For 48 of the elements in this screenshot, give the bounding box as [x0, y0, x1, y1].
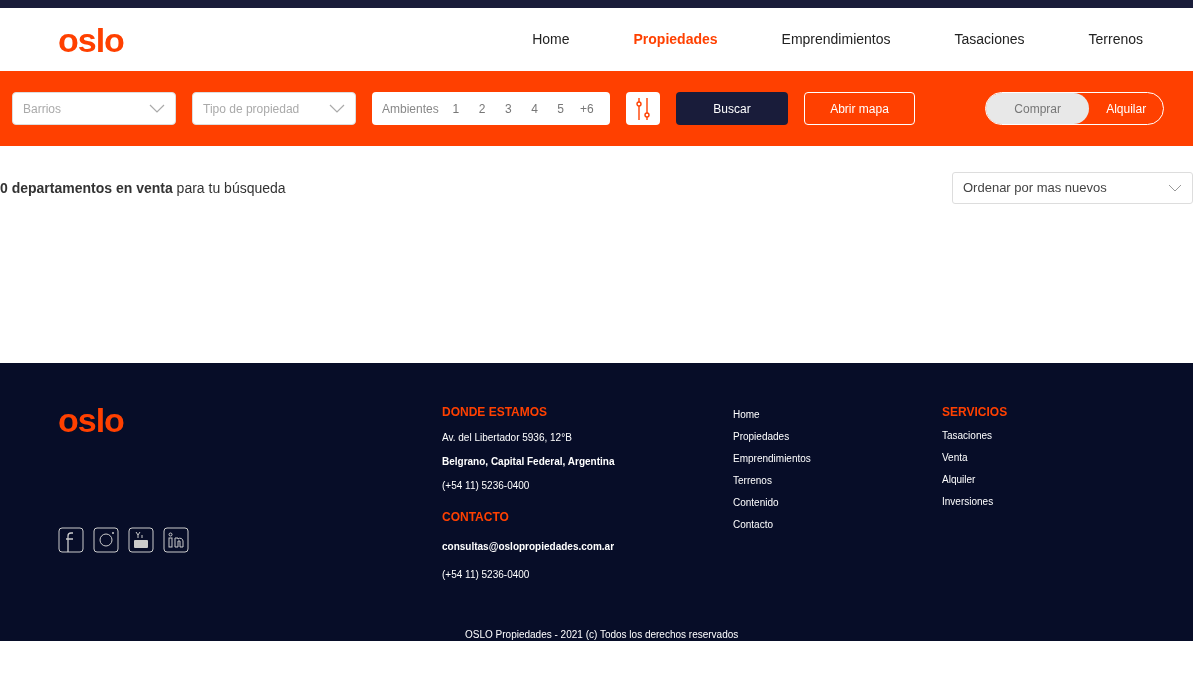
nav-link[interactable]: Tasaciones — [954, 29, 1025, 50]
section-heading: CONTACTO — [442, 509, 510, 526]
facebook-icon[interactable] — [58, 527, 84, 553]
footer-text: Belgrano, Capital Federal, Argentina — [442, 455, 616, 469]
footer-link[interactable]: Tasaciones — [942, 428, 1008, 443]
room-option[interactable]: 5 — [547, 99, 574, 118]
open-map-button[interactable]: Abrir mapa — [804, 92, 915, 125]
footer-link[interactable]: Propiedades — [733, 429, 942, 444]
rooms-label: Ambientes — [382, 100, 439, 118]
room-option[interactable]: +6 — [573, 99, 600, 118]
room-option[interactable]: 2 — [468, 99, 496, 118]
footer-logo[interactable]: oslo — [58, 403, 442, 437]
footer-link[interactable]: Contenido — [733, 495, 942, 510]
nav-link[interactable]: Propiedades — [633, 29, 718, 50]
operation-toggle-option[interactable]: Comprar — [986, 93, 1090, 124]
sort-dropdown[interactable]: Ordenar por mas nuevos — [952, 172, 1193, 204]
footer-link[interactable]: Venta — [942, 450, 1008, 465]
footer-link[interactable]: Alquiler — [942, 472, 1008, 487]
footer-link[interactable]: Terrenos — [733, 473, 942, 488]
footer-link[interactable]: Contacto — [733, 517, 942, 532]
room-option[interactable]: 1 — [442, 99, 469, 118]
nav-link[interactable]: Emprendimientos — [781, 29, 891, 50]
search-button[interactable]: Buscar — [676, 92, 788, 125]
room-option[interactable]: 4 — [521, 99, 548, 118]
nav-link[interactable]: Terrenos — [1088, 29, 1143, 50]
chevron-down-icon — [1168, 184, 1182, 192]
room-option[interactable]: 3 — [495, 99, 522, 118]
section-heading: SERVICIOS — [942, 404, 1008, 421]
chevron-down-icon — [329, 104, 345, 113]
footer-text: (+54 11) 5236-0400 — [442, 568, 531, 582]
instagram-icon[interactable] — [93, 527, 119, 553]
footer-link[interactable]: Inversiones — [942, 494, 1008, 509]
youtube-icon[interactable] — [128, 527, 154, 553]
filter-button[interactable] — [626, 92, 660, 125]
copyright-text: OSLO Propiedades - 2021 (c) Todos los derechos reservados — [465, 628, 739, 642]
linkedin-icon[interactable] — [163, 527, 189, 553]
operation-toggle-option[interactable]: Alquilar — [1089, 93, 1163, 124]
section-heading: DONDE ESTAMOS — [442, 404, 549, 421]
results-summary: 0 departamentos en venta para tu búsqueda — [0, 178, 286, 198]
nav-link[interactable]: Home — [532, 29, 570, 50]
footer-text: Av. del Libertador 5936, 12°B — [442, 431, 573, 445]
footer-text: (+54 11) 5236-0400 — [442, 479, 531, 493]
footer-link[interactable]: Home — [733, 407, 942, 422]
footer-link[interactable]: Emprendimientos — [733, 451, 942, 466]
footer-text: consultas@oslopropiedades.com.ar — [442, 540, 616, 554]
logo[interactable]: oslo — [58, 22, 124, 57]
chevron-down-icon — [149, 104, 165, 113]
sliders-icon — [636, 96, 650, 121]
